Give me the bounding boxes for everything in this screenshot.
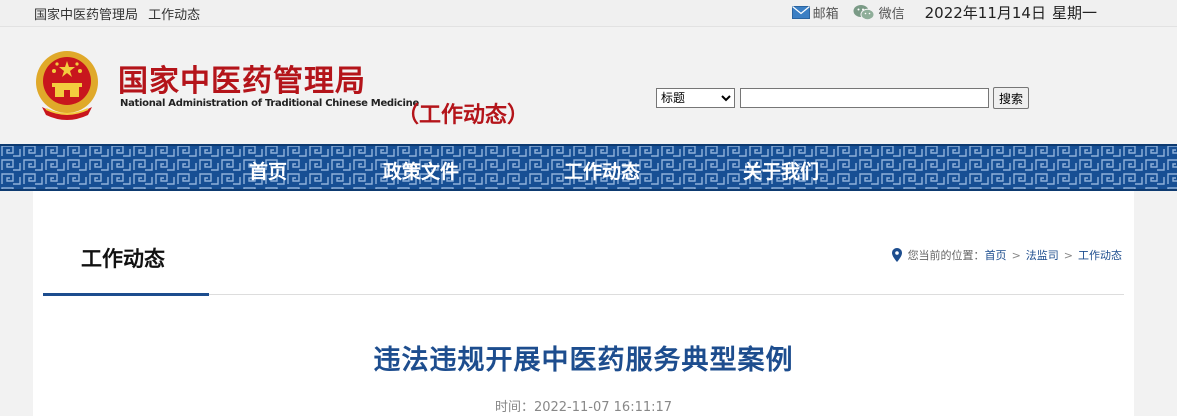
nav-about[interactable]: 关于我们 bbox=[743, 157, 819, 184]
location-label: 您当前的位置： bbox=[907, 249, 985, 262]
wechat-icon bbox=[853, 5, 875, 21]
current-weekday: 星期一 bbox=[1051, 4, 1097, 22]
breadcrumb-home[interactable]: 首页 bbox=[985, 247, 1007, 263]
search-field-select[interactable]: 标题 bbox=[656, 88, 735, 108]
wechat-label: 微信 bbox=[878, 7, 905, 22]
logo-title[interactable]: 国家中医药管理局 bbox=[118, 56, 366, 100]
article-title: 违法违规开展中医药服务典型案例 bbox=[373, 345, 794, 376]
article-meta: 时间：2022-11-07 16:11:17 bbox=[33, 396, 1134, 415]
breadcrumb-current[interactable]: 工作动态 bbox=[1078, 247, 1122, 263]
breadcrumb-separator: > bbox=[1011, 248, 1021, 262]
wechat-link[interactable]: 微信 bbox=[853, 3, 905, 22]
nav-work-news[interactable]: 工作动态 bbox=[564, 157, 640, 184]
content-panel: 工作动态 您当前的位置： 首页 > 法监司 > 工作动态 违法违规开展中医药服务… bbox=[33, 191, 1134, 416]
current-date: 2022年11月14日 bbox=[924, 4, 1046, 22]
breadcrumb-department[interactable]: 法监司 bbox=[1026, 247, 1059, 263]
site-header: 国家中医药管理局 National Administration of Trad… bbox=[0, 27, 1177, 144]
national-emblem-icon[interactable] bbox=[34, 49, 100, 121]
column-subtitle: （工作动态） bbox=[397, 103, 530, 128]
main-nav: 首页 政策文件 工作动态 关于我们 bbox=[0, 144, 1177, 191]
breadcrumb-separator: > bbox=[1063, 248, 1073, 262]
mail-label: 邮箱 bbox=[812, 7, 839, 22]
title-accent-bar bbox=[43, 293, 209, 296]
mail-icon bbox=[791, 6, 810, 19]
top-section-link[interactable]: 工作动态 bbox=[148, 8, 200, 23]
publish-time-label: 时间： bbox=[494, 400, 534, 415]
top-site-link[interactable]: 国家中医药管理局 bbox=[34, 8, 138, 23]
search-form: 标题 搜索 bbox=[656, 87, 1030, 109]
column-title: 工作动态 bbox=[81, 247, 165, 271]
mail-link[interactable]: 邮箱 bbox=[791, 3, 839, 22]
nav-home[interactable]: 首页 bbox=[249, 157, 287, 184]
top-breadcrumb: 国家中医药管理局 工作动态 bbox=[34, 4, 206, 23]
logo-english: National Administration of Traditional C… bbox=[120, 98, 419, 109]
search-button[interactable]: 搜索 bbox=[993, 87, 1030, 109]
breadcrumb: 您当前的位置： 首页 > 法监司 > 工作动态 bbox=[891, 247, 1122, 263]
location-pin-icon bbox=[891, 248, 902, 262]
search-input[interactable] bbox=[740, 88, 989, 108]
nav-policy[interactable]: 政策文件 bbox=[383, 157, 459, 184]
publish-time: 2022-11-07 16:11:17 bbox=[533, 400, 673, 415]
top-bar: 国家中医药管理局 工作动态 邮箱 微信 2022年11月14日 星期一 bbox=[0, 0, 1177, 27]
